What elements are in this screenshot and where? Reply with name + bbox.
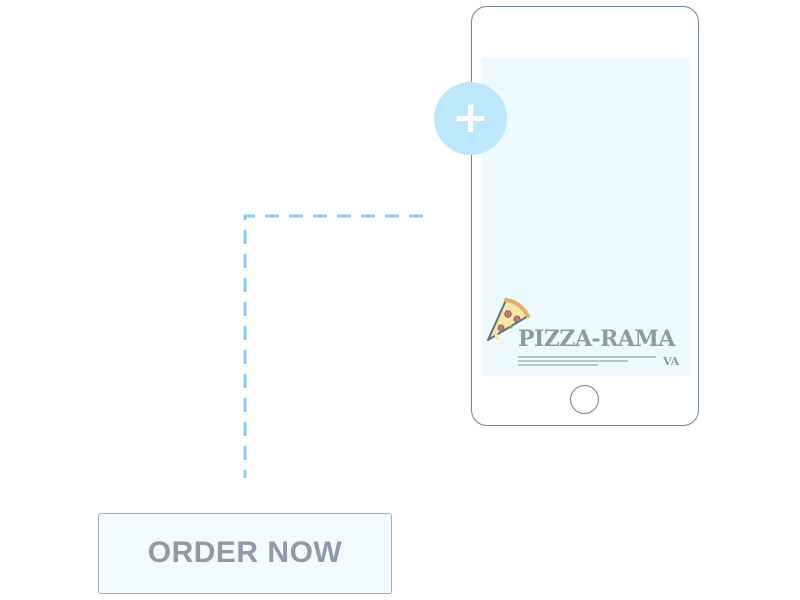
home-button[interactable] [570,385,599,414]
pizza-rama-logo: PIZZA-RAMA VA [484,292,688,370]
order-now-button[interactable]: ORDER NOW [98,513,392,594]
brand-underline [518,356,656,366]
illustration: + PIZZA-RAMA VA ORDER NOW [0,0,800,600]
add-button[interactable]: + [434,82,507,155]
brand-subtitle: VA [663,355,680,368]
brand-name: PIZZA-RAMA [518,326,675,352]
plus-icon: + [452,92,489,143]
